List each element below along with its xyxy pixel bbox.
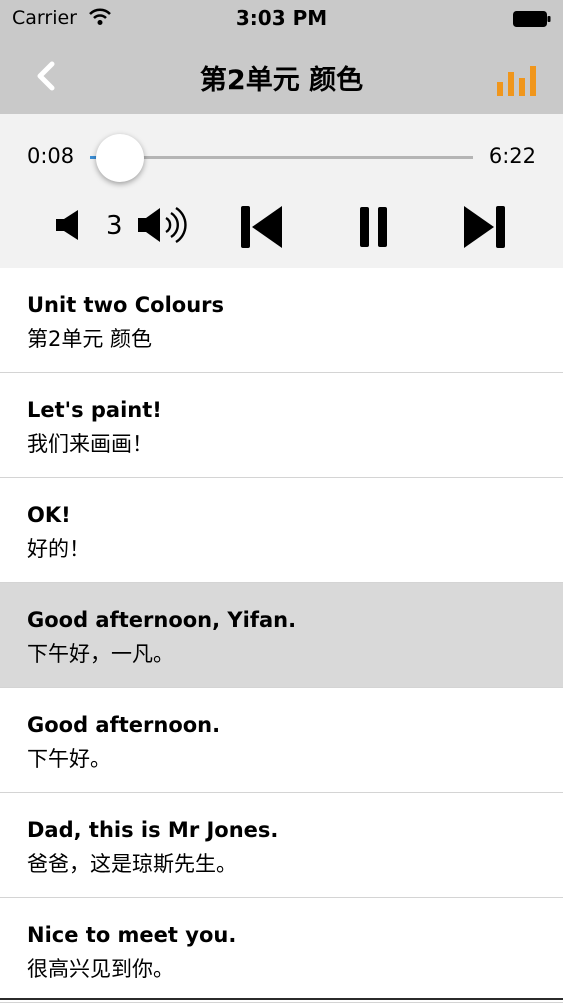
progress-slider-track[interactable] — [90, 156, 473, 159]
page-title: 第2单元 颜色 — [199, 65, 364, 96]
english-line: Good afternoon. — [27, 713, 221, 737]
english-line: Nice to meet you. — [27, 923, 237, 947]
audio-player: 0:08 6:22 3 — [0, 114, 563, 268]
chinese-line: 第2单元 颜色 — [27, 327, 153, 351]
previous-track-icon[interactable] — [238, 204, 286, 250]
chinese-line: 好的！ — [27, 537, 90, 561]
list-item[interactable]: Let's paint! 我们来画画！ — [0, 373, 563, 478]
english-line: Dad, this is Mr Jones. — [27, 818, 279, 842]
list-item[interactable]: Unit two Colours 第2单元 颜色 — [0, 268, 563, 373]
total-time: 6:22 — [488, 144, 536, 168]
status-bar: Carrier 3:03 PM — [0, 0, 563, 38]
chinese-line: 下午好，一凡。 — [27, 642, 174, 666]
list-item[interactable]: Good afternoon. 下午好。 — [0, 688, 563, 793]
chinese-line: 我们来画画！ — [27, 432, 153, 456]
volume-level: 3 — [106, 211, 123, 241]
progress-slider-thumb[interactable] — [96, 134, 144, 182]
list-item[interactable]: Nice to meet you. 很高兴见到你。 — [0, 898, 563, 1003]
pause-icon[interactable] — [350, 204, 398, 250]
chinese-line: 下午好。 — [27, 747, 111, 771]
battery-full-icon — [513, 11, 551, 27]
chinese-line: 很高兴见到你。 — [27, 957, 174, 981]
lyrics-list: Unit two Colours 第2单元 颜色 Let's paint! 我们… — [0, 268, 563, 1003]
navigation-bar: 第2单元 颜色 — [0, 38, 563, 114]
clock: 3:03 PM — [235, 6, 328, 30]
english-line: OK! — [27, 503, 71, 527]
equalizer-icon[interactable] — [497, 64, 537, 96]
list-item[interactable]: Dad, this is Mr Jones. 爸爸，这是琼斯先生。 — [0, 793, 563, 898]
list-item[interactable]: OK! 好的！ — [0, 478, 563, 583]
next-track-icon[interactable] — [460, 204, 508, 250]
list-item-active[interactable]: Good afternoon, Yifan. 下午好，一凡。 — [0, 583, 563, 688]
volume-down-icon[interactable] — [54, 208, 84, 242]
current-time: 0:08 — [27, 144, 75, 168]
english-line: Good afternoon, Yifan. — [27, 608, 297, 632]
english-line: Unit two Colours — [27, 293, 224, 317]
english-line: Let's paint! — [27, 398, 162, 422]
chinese-line: 爸爸，这是琼斯先生。 — [27, 852, 237, 876]
volume-up-icon[interactable] — [136, 204, 192, 246]
